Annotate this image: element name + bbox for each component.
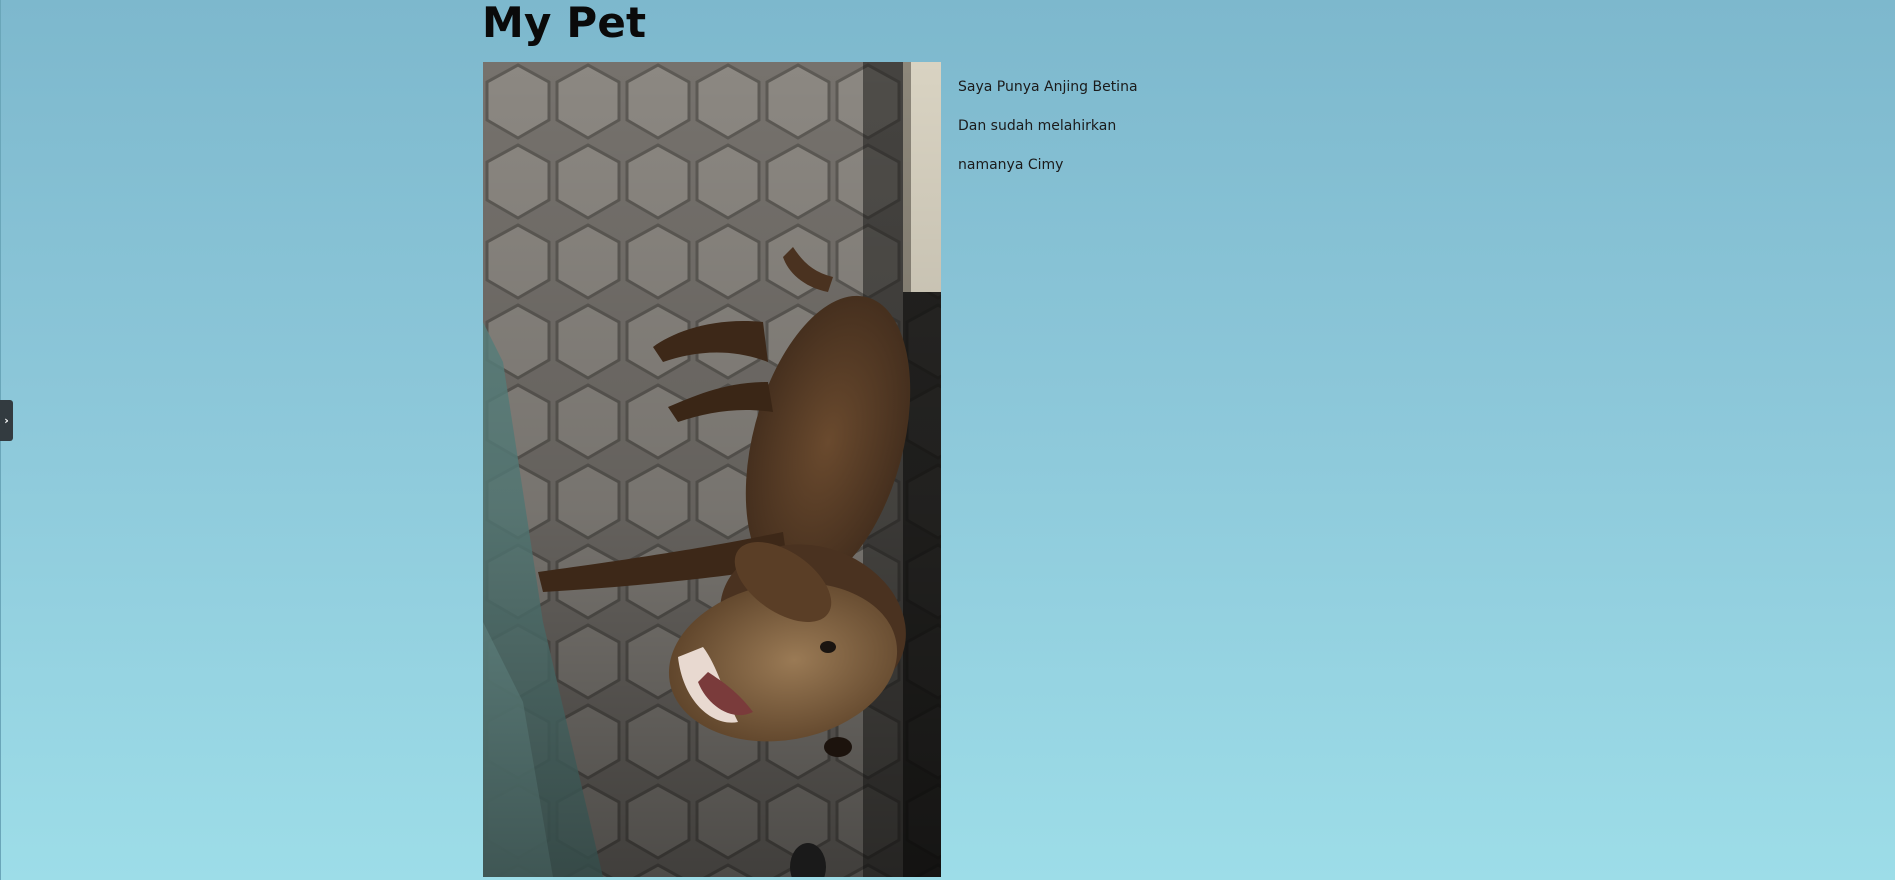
- chevron-right-icon: ›: [4, 414, 9, 427]
- sidebar-toggle-button[interactable]: ›: [0, 400, 13, 441]
- description-line: namanya Cimy: [958, 157, 1064, 173]
- pet-photo: [483, 62, 941, 877]
- description-line: Dan sudah melahirkan: [958, 118, 1117, 134]
- dog-photo-image: [483, 62, 941, 877]
- description-line: Saya Punya Anjing Betina: [958, 79, 1138, 95]
- pet-description: Saya Punya Anjing Betina Dan sudah melah…: [958, 79, 1138, 196]
- page-title: My Pet: [482, 0, 647, 47]
